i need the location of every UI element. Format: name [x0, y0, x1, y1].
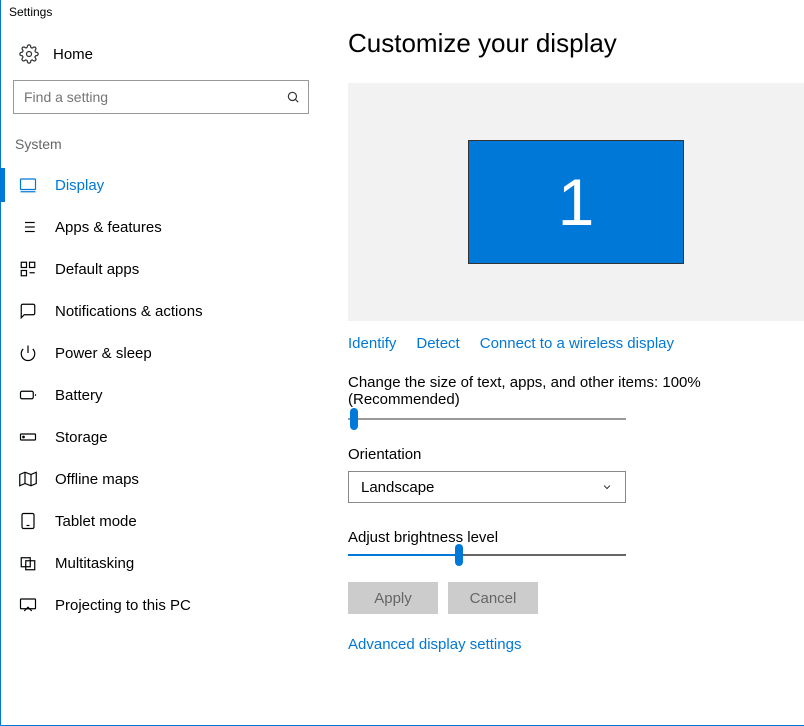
monitor-tile-1[interactable]: 1 [468, 140, 684, 264]
monitor-icon [19, 176, 37, 194]
brightness-label: Adjust brightness level [348, 529, 804, 546]
map-icon [19, 470, 37, 488]
orientation-select[interactable]: Landscape [348, 471, 626, 503]
sidebar-item-label: Battery [55, 387, 103, 404]
sidebar-item-label: Display [55, 177, 104, 194]
project-icon [19, 596, 37, 614]
sidebar-item-label: Projecting to this PC [55, 597, 191, 614]
display-preview: 1 [348, 83, 804, 321]
sidebar-item-notifications[interactable]: Notifications & actions [1, 290, 318, 332]
slider-fill [348, 554, 459, 556]
brightness-slider[interactable] [348, 554, 626, 556]
defaults-icon [19, 260, 37, 278]
sidebar-item-label: Offline maps [55, 471, 139, 488]
sidebar-item-offline-maps[interactable]: Offline maps [1, 458, 318, 500]
sidebar: Home System Display Apps & features Defa… [1, 24, 318, 725]
sidebar-item-display[interactable]: Display [1, 164, 318, 206]
search-icon [286, 90, 300, 104]
main-content: Customize your display 1 Identify Detect… [318, 24, 804, 725]
sidebar-item-label: Apps & features [55, 219, 162, 236]
cancel-button[interactable]: Cancel [448, 582, 538, 614]
sidebar-item-label: Notifications & actions [55, 303, 203, 320]
orientation-label: Orientation [348, 446, 804, 463]
chevron-down-icon [601, 481, 613, 493]
window-title: Settings [1, 0, 804, 24]
detect-link[interactable]: Detect [416, 335, 459, 352]
home-label: Home [53, 46, 93, 63]
sidebar-item-default-apps[interactable]: Default apps [1, 248, 318, 290]
sidebar-item-battery[interactable]: Battery [1, 374, 318, 416]
scale-label: Change the size of text, apps, and other… [348, 374, 804, 408]
power-icon [19, 344, 37, 362]
search-input[interactable] [13, 80, 309, 114]
sidebar-item-label: Multitasking [55, 555, 134, 572]
sidebar-item-projecting[interactable]: Projecting to this PC [1, 584, 318, 626]
sidebar-item-multitasking[interactable]: Multitasking [1, 542, 318, 584]
message-icon [19, 302, 37, 320]
sidebar-item-tablet-mode[interactable]: Tablet mode [1, 500, 318, 542]
home-nav[interactable]: Home [13, 34, 318, 80]
sidebar-item-label: Tablet mode [55, 513, 137, 530]
identify-link[interactable]: Identify [348, 335, 396, 352]
scale-slider[interactable] [348, 418, 626, 420]
orientation-value: Landscape [361, 479, 434, 496]
sidebar-item-label: Power & sleep [55, 345, 152, 362]
sidebar-item-apps-features[interactable]: Apps & features [1, 206, 318, 248]
sidebar-item-storage[interactable]: Storage [1, 416, 318, 458]
sidebar-item-power-sleep[interactable]: Power & sleep [1, 332, 318, 374]
slider-thumb[interactable] [350, 408, 358, 430]
tablet-icon [19, 512, 37, 530]
sidebar-item-label: Default apps [55, 261, 139, 278]
storage-icon [19, 428, 37, 446]
slider-thumb[interactable] [455, 544, 463, 566]
multitask-icon [19, 554, 37, 572]
gear-icon [19, 44, 39, 64]
battery-icon [19, 386, 37, 404]
connect-wireless-link[interactable]: Connect to a wireless display [480, 335, 674, 352]
page-title: Customize your display [348, 28, 804, 59]
sidebar-item-label: Storage [55, 429, 108, 446]
list-icon [19, 218, 37, 236]
group-label-system: System [13, 132, 318, 164]
advanced-display-link[interactable]: Advanced display settings [348, 636, 521, 653]
apply-button[interactable]: Apply [348, 582, 438, 614]
